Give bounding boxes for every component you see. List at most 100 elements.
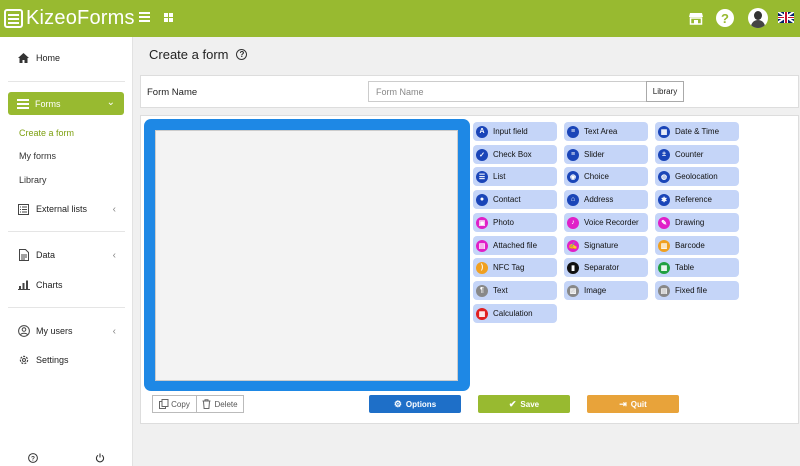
field-type-input-field[interactable]: A Input field (473, 122, 557, 141)
help-icon[interactable]: ? (716, 9, 734, 27)
field-type-text-area[interactable]: ≡ Text Area (564, 122, 648, 141)
field-type-voice-recorder[interactable]: ♪ Voice Recorder (564, 213, 648, 232)
field-label: Fixed file (675, 286, 708, 295)
check-icon: ✔ (508, 398, 517, 409)
power-icon[interactable] (95, 453, 105, 466)
field-type-list[interactable]: ☰ List (473, 167, 557, 186)
library-button[interactable]: Library (646, 81, 684, 102)
help-circle-icon[interactable]: ? (236, 49, 248, 60)
options-button[interactable]: ⚙ Options (369, 395, 461, 413)
avatar[interactable] (748, 8, 768, 28)
uk-flag-icon[interactable] (778, 12, 794, 23)
logo-text: KizeoForms (26, 6, 135, 30)
sidebar-subitem-create-form[interactable]: Create a form (19, 128, 74, 138)
save-button[interactable]: ✔ Save (478, 395, 570, 413)
field-type-attached-file[interactable]: ▤ Attached file (473, 236, 557, 255)
field-type-signature[interactable]: ✍ Signature (564, 236, 648, 255)
field-label: Address (584, 195, 614, 204)
file-icon: ▤ (476, 239, 488, 252)
logo-icon (4, 8, 23, 28)
store-icon[interactable] (689, 11, 703, 25)
field-type-nfc-tag[interactable]: ) NFC Tag (473, 258, 557, 277)
copy-button[interactable]: Copy (152, 395, 197, 413)
divider (8, 81, 125, 82)
menu-icon[interactable] (139, 12, 150, 22)
fixed-file-icon: ▤ (658, 284, 670, 297)
field-type-choice[interactable]: ◉ Choice (564, 167, 648, 186)
home-icon: ⌂ (567, 193, 579, 206)
gear-icon: ⚙ (393, 398, 402, 409)
field-type-address[interactable]: ⌂ Address (564, 190, 648, 209)
sidebar-item-charts[interactable]: Charts (0, 274, 133, 296)
home-icon (17, 52, 30, 65)
field-label: Voice Recorder (584, 218, 639, 227)
field-type-image[interactable]: ▨ Image (564, 281, 648, 300)
divider (8, 307, 125, 308)
field-type-reference[interactable]: ✱ Reference (655, 190, 739, 209)
page-title: Create a form ? (149, 47, 248, 62)
copy-icon (159, 399, 169, 409)
sidebar-item-data[interactable]: Data ‹ (0, 244, 133, 266)
data-document-icon (17, 249, 30, 262)
form-name-input[interactable] (368, 81, 647, 102)
field-type-counter[interactable]: ± Counter (655, 145, 739, 164)
grid-icon[interactable] (164, 13, 173, 22)
field-type-barcode[interactable]: ▥ Barcode (655, 236, 739, 255)
field-type-contact[interactable]: ● Contact (473, 190, 557, 209)
sidebar-item-my-users[interactable]: My users ‹ (0, 320, 133, 342)
field-label: Reference (675, 195, 712, 204)
sidebar-item-forms[interactable]: Forms ⌄ (8, 92, 124, 115)
barcode-icon: ▥ (658, 239, 670, 252)
field-type-photo[interactable]: ▣ Photo (473, 213, 557, 232)
forms-list-icon (17, 98, 29, 110)
slider-icon: ≡ (567, 148, 579, 161)
sidebar-subitem-my-forms[interactable]: My forms (19, 151, 56, 161)
help-circle-icon[interactable]: ? (28, 453, 38, 466)
sidebar-label-home: Home (36, 53, 61, 63)
form-drop-zone[interactable] (144, 119, 470, 391)
field-type-check-box[interactable]: ✓ Check Box (473, 145, 557, 164)
sidebar-label-charts: Charts (36, 280, 63, 290)
sidebar-subitem-library[interactable]: Library (19, 175, 47, 185)
table-icon: ▦ (658, 261, 670, 274)
field-label: Counter (675, 150, 704, 159)
form-name-label: Form Name (147, 87, 198, 98)
field-label: Input field (493, 127, 528, 136)
svg-text:?: ? (31, 456, 35, 463)
sign-out-icon: ⇥ (619, 398, 627, 409)
divider (8, 231, 125, 232)
quit-label: Quit (630, 399, 647, 409)
field-type-calculation[interactable]: ▦ Calculation (473, 304, 557, 323)
sidebar-item-home[interactable]: Home (0, 47, 133, 69)
top-bar: KizeoForms ? (0, 0, 800, 37)
sidebar-item-settings[interactable]: Settings (0, 349, 133, 371)
field-type-slider[interactable]: ≡ Slider (564, 145, 648, 164)
field-label: Photo (493, 218, 514, 227)
sidebar-label-my-users: My users (36, 326, 73, 336)
sidebar-label-data: Data (36, 250, 56, 260)
field-type-drawing[interactable]: ✎ Drawing (655, 213, 739, 232)
user-circle-icon (17, 325, 30, 338)
form-drop-area[interactable] (155, 130, 458, 381)
list-icon: ☰ (476, 170, 488, 183)
image-icon: ▨ (567, 284, 579, 297)
field-type-date-time[interactable]: ▦ Date & Time (655, 122, 739, 141)
bar-chart-icon (17, 279, 30, 292)
kizeo-forms-logo[interactable]: KizeoForms (4, 6, 135, 30)
field-type-fixed-file[interactable]: ▤ Fixed file (655, 281, 739, 300)
field-type-table[interactable]: ▦ Table (655, 258, 739, 277)
sidebar-item-external-lists[interactable]: External lists ‹ (0, 198, 133, 220)
field-type-separator[interactable]: ▮ Separator (564, 258, 648, 277)
options-label: Options (405, 399, 437, 409)
field-type-geolocation[interactable]: ◍ Geolocation (655, 167, 739, 186)
field-label: Drawing (675, 218, 705, 227)
page-title-text: Create a form (149, 47, 229, 62)
quit-button[interactable]: ⇥ Quit (587, 395, 679, 413)
signature-icon: ✍ (567, 239, 579, 252)
delete-button[interactable]: Delete (196, 395, 244, 413)
save-label: Save (520, 399, 540, 409)
field-type-text[interactable]: ¶ Text (473, 281, 557, 300)
field-label: Signature (584, 241, 619, 250)
checkbox-icon: ✓ (476, 148, 488, 161)
nfc-icon: ) (476, 261, 488, 274)
